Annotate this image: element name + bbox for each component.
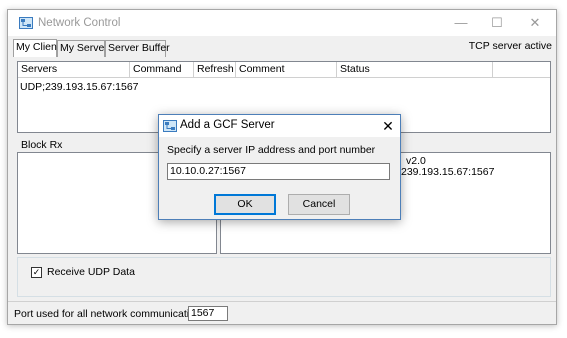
tab-my-server[interactable]: My Server <box>57 40 108 57</box>
cancel-button[interactable]: Cancel <box>288 194 350 215</box>
window-title: Network Control <box>38 17 121 29</box>
receive-udp-label[interactable]: Receive UDP Data <box>47 266 135 278</box>
minimize-button[interactable]: — <box>445 11 477 35</box>
network-app-icon <box>19 17 33 29</box>
port-input[interactable]: 1567 <box>188 306 228 321</box>
column-header-servers[interactable]: Servers <box>18 62 130 78</box>
column-header-comment[interactable]: Comment <box>236 62 337 78</box>
column-header-refresh[interactable]: Refresh <box>194 62 236 78</box>
status-footer: Port used for all network communications… <box>8 301 556 325</box>
list-item[interactable]: UDP;239.193.15.67:1567 <box>20 81 139 93</box>
close-button[interactable]: ✕ <box>519 11 551 35</box>
title-bar[interactable]: Network Control — ☐ ✕ <box>8 10 556 36</box>
tab-server-buffer[interactable]: Server Buffer <box>105 40 170 57</box>
tab-my-client[interactable]: My Client <box>13 39 60 57</box>
column-header-command[interactable]: Command <box>130 62 194 78</box>
dialog-close-button[interactable]: ✕ <box>378 116 398 136</box>
dialog-prompt: Specify a server IP address and port num… <box>167 144 376 156</box>
receive-udp-checkbox[interactable]: ✓ <box>31 267 42 278</box>
server-address-input[interactable]: 10.10.0.27:1567 <box>167 163 390 180</box>
dialog-title: Add a GCF Server <box>180 119 275 131</box>
info-address: 239.193.15.67:1567 <box>401 166 495 178</box>
tcp-status-text: TCP server active <box>468 40 552 52</box>
port-label: Port used for all network communications… <box>14 308 209 320</box>
dialog-title-bar[interactable]: Add a GCF Server ✕ <box>159 115 400 137</box>
column-header-status[interactable]: Status <box>337 62 493 78</box>
ok-button[interactable]: OK <box>214 194 276 215</box>
add-server-dialog: Add a GCF Server ✕ Specify a server IP a… <box>158 114 401 220</box>
block-rx-label: Block Rx <box>21 139 63 151</box>
network-app-icon <box>163 120 177 132</box>
udp-options-group: ✓ Receive UDP Data <box>17 257 551 297</box>
column-header-filler <box>493 62 550 78</box>
maximize-button[interactable]: ☐ <box>481 11 513 35</box>
